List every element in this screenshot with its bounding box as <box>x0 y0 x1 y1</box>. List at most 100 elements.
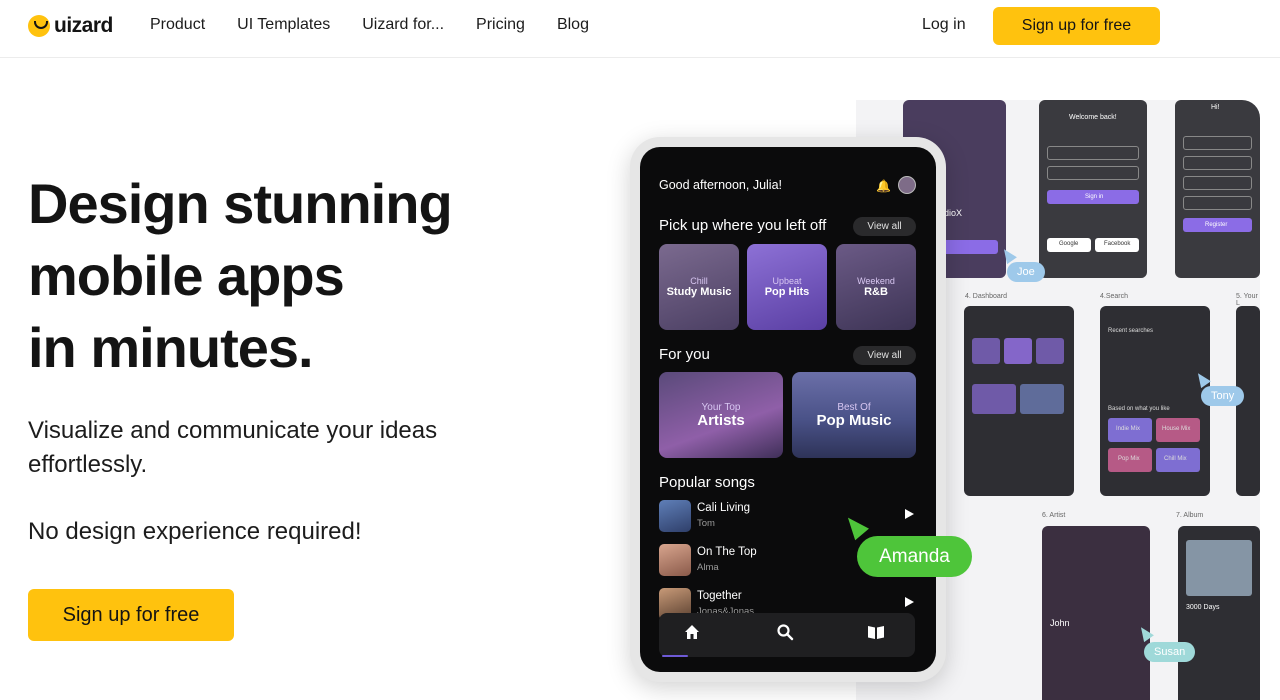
board-tile <box>1036 338 1064 364</box>
headline-line: mobile apps <box>28 244 345 307</box>
board-indie-mix: Indie Mix <box>1116 426 1141 432</box>
nav-link-uizard-for[interactable]: Uizard for... <box>362 16 444 34</box>
board-tile: Pop Mix <box>1108 448 1152 472</box>
bottom-tab-bar <box>659 613 915 657</box>
cursor-label-tony: Tony <box>1201 386 1245 406</box>
nav-links: Product UI Templates Uizard for... Prici… <box>150 16 589 34</box>
tile-sub: Your Top <box>701 401 741 413</box>
tile-sub: Chill <box>690 276 708 286</box>
tile-main: Pop Hits <box>764 286 810 298</box>
board-screen-dashboard <box>964 306 1074 496</box>
board-screen-login: Welcome back! Sign in Google Facebook <box>1039 100 1147 278</box>
board-tile: Chill Mix <box>1156 448 1200 472</box>
tile-study-music[interactable]: Chill Study Music <box>659 244 739 330</box>
song-artist: Alma <box>697 562 719 573</box>
logo[interactable]: uizard <box>28 12 113 40</box>
nav-link-ui-templates[interactable]: UI Templates <box>237 16 330 34</box>
song-title: Cali Living <box>697 502 751 514</box>
nav-signup-button[interactable]: Sign up for free <box>993 7 1160 45</box>
song-row[interactable]: Cali Living Tom <box>659 500 919 532</box>
section-title-popular: Popular songs <box>659 474 755 491</box>
board-hi-text: Hi! <box>1211 104 1220 111</box>
phone-mockup: Good afternoon, Julia! 🔔 Pick up where y… <box>630 137 946 682</box>
tile-sub: Upbeat <box>772 276 802 286</box>
board-screen-artist: John <box>1042 526 1150 700</box>
nav-link-pricing[interactable]: Pricing <box>476 16 525 34</box>
logo-icon <box>28 15 50 37</box>
section-title-recent: Pick up where you left off <box>659 217 827 234</box>
bell-icon[interactable]: 🔔 <box>876 179 891 193</box>
login-link[interactable]: Log in <box>922 16 966 34</box>
board-google-text: Google <box>1059 241 1079 247</box>
nav-link-product[interactable]: Product <box>150 16 205 34</box>
song-title: Together <box>697 590 742 602</box>
board-field <box>1047 146 1139 160</box>
search-icon[interactable] <box>776 623 800 647</box>
section-title-for-you: For you <box>659 346 710 363</box>
board-chill-mix: Chill Mix <box>1164 456 1187 462</box>
board-facebook-text: Facebook <box>1104 241 1131 247</box>
board-field <box>1183 156 1252 170</box>
board-tile <box>972 338 1000 364</box>
hero-headline: Design stunning mobile apps in minutes. <box>28 168 548 384</box>
home-icon[interactable] <box>683 623 707 647</box>
headline-line: Design stunning <box>28 172 453 235</box>
board-screen-label: 6. Artist <box>1042 512 1066 519</box>
board-album-art <box>1186 540 1252 596</box>
board-google-button: Google <box>1047 238 1091 252</box>
tile-rnb[interactable]: Weekend R&B <box>836 244 916 330</box>
top-nav: uizard Product UI Templates Uizard for..… <box>0 0 1280 58</box>
logo-text: uizard <box>54 14 113 37</box>
collaborator-label-amanda: Amanda <box>857 536 972 577</box>
view-all-recent-button[interactable]: View all <box>853 217 916 236</box>
board-tile: House Mix <box>1156 418 1200 442</box>
tile-main: Artists <box>697 411 745 429</box>
active-tab-indicator <box>662 655 688 657</box>
song-thumbnail <box>659 500 691 532</box>
tile-pop-music[interactable]: Best Of Pop Music <box>792 372 916 458</box>
board-screen-label: 4.Search <box>1100 293 1129 300</box>
board-screen-label: 7. Album <box>1176 512 1204 519</box>
cursor-label-joe: Joe <box>1007 262 1045 282</box>
nav-link-blog[interactable]: Blog <box>557 16 589 34</box>
tile-top-artists[interactable]: Your Top Artists <box>659 372 783 458</box>
phone-screen: Good afternoon, Julia! 🔔 Pick up where y… <box>640 147 936 672</box>
avatar[interactable] <box>898 176 916 194</box>
view-all-for-you-button[interactable]: View all <box>853 346 916 365</box>
song-title: On The Top <box>697 546 757 558</box>
cursor-label-susan: Susan <box>1144 642 1196 662</box>
board-screen-label: 5. Your L <box>1236 293 1258 307</box>
board-facebook-button: Facebook <box>1095 238 1139 252</box>
song-artist: Tom <box>697 518 715 529</box>
board-field <box>1047 166 1139 180</box>
board-screen-search: Recent searches Based on what you like I… <box>1100 306 1210 496</box>
board-welcome-text: Welcome back! <box>1069 114 1117 121</box>
board-tile <box>1004 338 1032 364</box>
board-screen-label: 4. Dashboard <box>965 293 1008 300</box>
song-thumbnail <box>659 544 691 576</box>
hero-subtitle: Visualize and communicate your ideas eff… <box>28 417 438 478</box>
board-recent-searches: Recent searches <box>1108 328 1154 334</box>
board-screen-album: 3000 Days <box>1178 526 1260 700</box>
play-icon[interactable] <box>905 597 914 607</box>
library-icon[interactable] <box>867 623 891 647</box>
board-artist-name: John <box>1050 618 1070 628</box>
play-icon[interactable] <box>905 509 914 519</box>
tile-pop-hits[interactable]: Upbeat Pop Hits <box>747 244 827 330</box>
tile-main: Study Music <box>666 286 732 298</box>
headline-line: in minutes. <box>28 316 314 379</box>
board-register-text: Register <box>1205 222 1228 228</box>
greeting-text: Good afternoon, Julia! <box>659 178 782 192</box>
board-based-on: Based on what you like <box>1108 406 1170 412</box>
board-signin-text: Sign in <box>1085 194 1104 200</box>
hero-signup-button[interactable]: Sign up for free <box>28 589 234 641</box>
tile-sub: Best Of <box>837 401 871 413</box>
board-field <box>1183 196 1252 210</box>
board-tile <box>972 384 1016 414</box>
board-screen-register: Hi! Register <box>1175 100 1260 278</box>
board-tile <box>1020 384 1064 414</box>
board-pop-mix: Pop Mix <box>1118 456 1140 462</box>
tile-main: Pop Music <box>816 411 892 429</box>
board-album-name: 3000 Days <box>1186 604 1220 611</box>
hero-note: No design experience required! <box>28 518 362 545</box>
